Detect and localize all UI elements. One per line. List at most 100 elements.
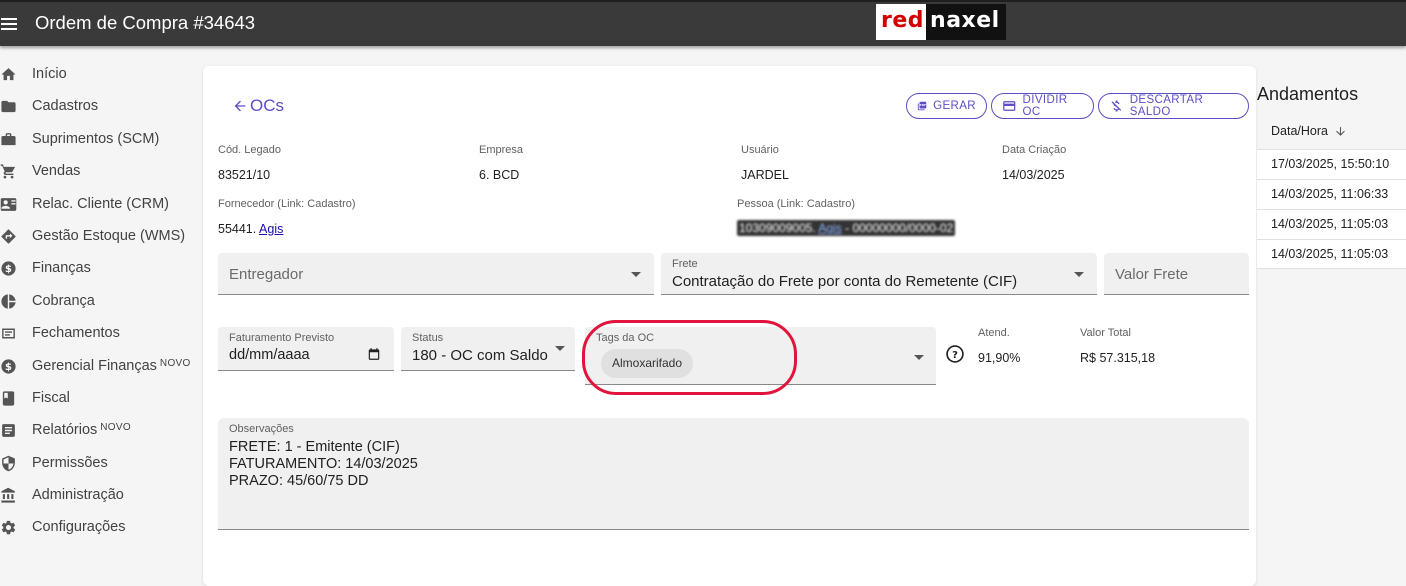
observacoes-textarea[interactable]: Observações FRETE: 1 - Emitente (CIF) FA… — [218, 418, 1249, 530]
cod-legado-value: 83521/10 — [218, 168, 271, 182]
sidebar-item-label: Início — [32, 66, 67, 82]
observacoes-line: FATURAMENTO: 14/03/2025 — [229, 456, 418, 472]
sidebar-item-financas[interactable]: $ Finanças — [0, 252, 200, 284]
sidebar-item-crm[interactable]: Relac. Cliente (CRM) — [0, 188, 200, 220]
report-icon — [2, 424, 15, 438]
chevron-down-icon — [914, 355, 924, 360]
valor-frete-input[interactable]: Valor Frete — [1104, 253, 1249, 295]
svg-text:PDF: PDF — [920, 103, 927, 107]
arrow-left-icon — [234, 100, 246, 112]
status-value: 180 - OC com Saldo — [412, 347, 548, 364]
gerar-button[interactable]: PDF GERAR — [906, 93, 987, 119]
sidebar: Início Cadastros Suprimentos (SCM) Venda… — [0, 58, 200, 544]
pessoa-prefix: 10309009005. — [739, 221, 816, 235]
dividir-oc-button[interactable]: DIVIDIR OC — [991, 93, 1094, 119]
dollar-icon: $ — [1, 358, 16, 374]
table-row[interactable]: 14/03/2025, 11:05:03 — [1257, 239, 1406, 269]
sidebar-item-label: Administração — [32, 487, 124, 504]
sidebar-item-administracao[interactable]: Administração — [0, 479, 200, 511]
fornecedor-value: 55441. Agis — [218, 222, 283, 236]
descartar-label: DESCARTAR SALDO — [1129, 94, 1204, 118]
brand-logo: red naxel — [876, 4, 1006, 40]
data-criacao-label: Data Criação — [1002, 144, 1067, 156]
sidebar-item-label: Fiscal — [32, 389, 70, 406]
chevron-down-icon — [555, 346, 565, 351]
status-select[interactable]: Status 180 - OC com Saldo — [401, 327, 575, 371]
sidebar-item-label-wrap: Relatórios NOVO — [32, 422, 131, 438]
arrow-down-icon — [1336, 126, 1345, 136]
sidebar-item-label: Relac. Cliente (CRM) — [32, 195, 169, 212]
help-circle-icon[interactable]: ? — [945, 344, 965, 364]
back-to-ocs-link[interactable]: OCs — [232, 96, 284, 116]
sidebar-item-relatorios[interactable]: Relatórios NOVO — [0, 414, 200, 446]
status-label: Status — [412, 332, 444, 344]
sidebar-item-suprimentos[interactable]: Suprimentos (SCM) — [0, 123, 200, 155]
briefcase-icon — [1, 132, 16, 145]
andamentos-sort-header[interactable]: Data/Hora — [1271, 124, 1347, 138]
pessoa-suffix: - 00000000/0000-02 — [845, 221, 954, 235]
pessoa-link[interactable]: Agis — [818, 221, 841, 235]
sidebar-item-label: Cobrança — [32, 292, 95, 309]
sidebar-item-vendas[interactable]: Vendas — [0, 155, 200, 187]
faturamento-value: dd/mm/aaaa — [229, 347, 310, 363]
sidebar-item-configuracoes[interactable]: Configurações — [0, 511, 200, 543]
andamentos-title: Andamentos — [1257, 84, 1359, 104]
cod-legado-label: Cód. Legado — [218, 144, 281, 156]
sidebar-item-label: Gerencial Finanças — [32, 357, 157, 374]
svg-text:?: ? — [952, 350, 958, 361]
chevron-down-icon — [1074, 272, 1084, 277]
sidebar-item-label: Fechamentos — [32, 325, 120, 342]
tags-label: Tags da OC — [596, 332, 655, 344]
table-row[interactable]: 17/03/2025, 15:50:10 — [1257, 149, 1406, 179]
home-icon — [1, 68, 16, 81]
sidebar-item-label: Vendas — [32, 163, 81, 180]
sidebar-item-permissoes[interactable]: Permissões — [0, 447, 200, 479]
empresa-value: 6. BCD — [479, 168, 520, 182]
sidebar-item-fechamentos[interactable]: Fechamentos — [0, 317, 200, 349]
cart-icon — [0, 164, 16, 179]
sidebar-item-label: Finanças — [32, 260, 91, 277]
pessoa-label: Pessoa (Link: Cadastro) — [737, 198, 855, 210]
contact-card-icon — [0, 197, 17, 211]
pdf-icon: PDF — [917, 101, 927, 111]
fornecedor-code: 55441. — [218, 222, 257, 236]
folder-icon — [1, 101, 16, 113]
menu-icon[interactable] — [0, 13, 22, 35]
top-app-bar: Ordem de Compra #34643 red naxel — [0, 0, 1406, 46]
faturamento-previsto-date[interactable]: Faturamento Previsto dd/mm/aaaa — [218, 327, 394, 371]
table-row[interactable]: 14/03/2025, 11:06:33 — [1257, 179, 1406, 209]
table-row[interactable]: 14/03/2025, 11:05:03 — [1257, 209, 1406, 239]
observacoes-line: FRETE: 1 - Emitente (CIF) — [229, 439, 400, 455]
sidebar-item-label: Configurações — [32, 519, 126, 536]
usuario-value: JARDEL — [741, 168, 789, 182]
sidebar-item-cadastros[interactable]: Cadastros — [0, 90, 200, 122]
faturamento-label: Faturamento Previsto — [229, 332, 335, 344]
frete-select[interactable]: Frete Contratação do Frete por conta do … — [661, 253, 1097, 295]
data-criacao-value: 14/03/2025 — [1002, 168, 1065, 182]
calendar-icon[interactable] — [367, 347, 381, 361]
sidebar-item-cobranca[interactable]: Cobrança — [0, 285, 200, 317]
sidebar-item-wms[interactable]: Gestão Estoque (WMS) — [0, 220, 200, 252]
dollar-icon: $ — [1, 261, 16, 276]
sidebar-item-inicio[interactable]: Início — [0, 58, 200, 90]
fornecedor-link[interactable]: Agis — [259, 222, 283, 236]
empresa-label: Empresa — [479, 144, 524, 156]
money-off-icon — [1111, 100, 1122, 112]
entregador-placeholder: Entregador — [229, 266, 304, 283]
sidebar-item-label: Permissões — [32, 454, 108, 471]
shield-icon — [2, 455, 15, 471]
tags-oc-select[interactable]: Tags da OC Almoxarifado — [585, 327, 936, 385]
sidebar-item-fiscal[interactable]: Fiscal — [0, 382, 200, 414]
sidebar-item-label-wrap: Gerencial Finanças NOVO — [32, 358, 191, 374]
entregador-select[interactable]: Entregador — [218, 253, 654, 295]
atend-value: 91,90% — [978, 351, 1021, 365]
valor-total-value: R$ 57.315,18 — [1080, 351, 1156, 365]
back-label: OCs — [250, 96, 284, 115]
tag-chip[interactable]: Almoxarifado — [601, 349, 694, 378]
card-icon — [1003, 101, 1016, 111]
descartar-saldo-button[interactable]: DESCARTAR SALDO — [1098, 93, 1249, 119]
new-badge: NOVO — [100, 422, 131, 434]
sidebar-item-label: Relatórios — [32, 422, 98, 439]
observacoes-line: PRAZO: 45/60/75 DD — [229, 473, 369, 489]
sidebar-item-gerencial-financas[interactable]: $ Gerencial Finanças NOVO — [0, 350, 200, 382]
